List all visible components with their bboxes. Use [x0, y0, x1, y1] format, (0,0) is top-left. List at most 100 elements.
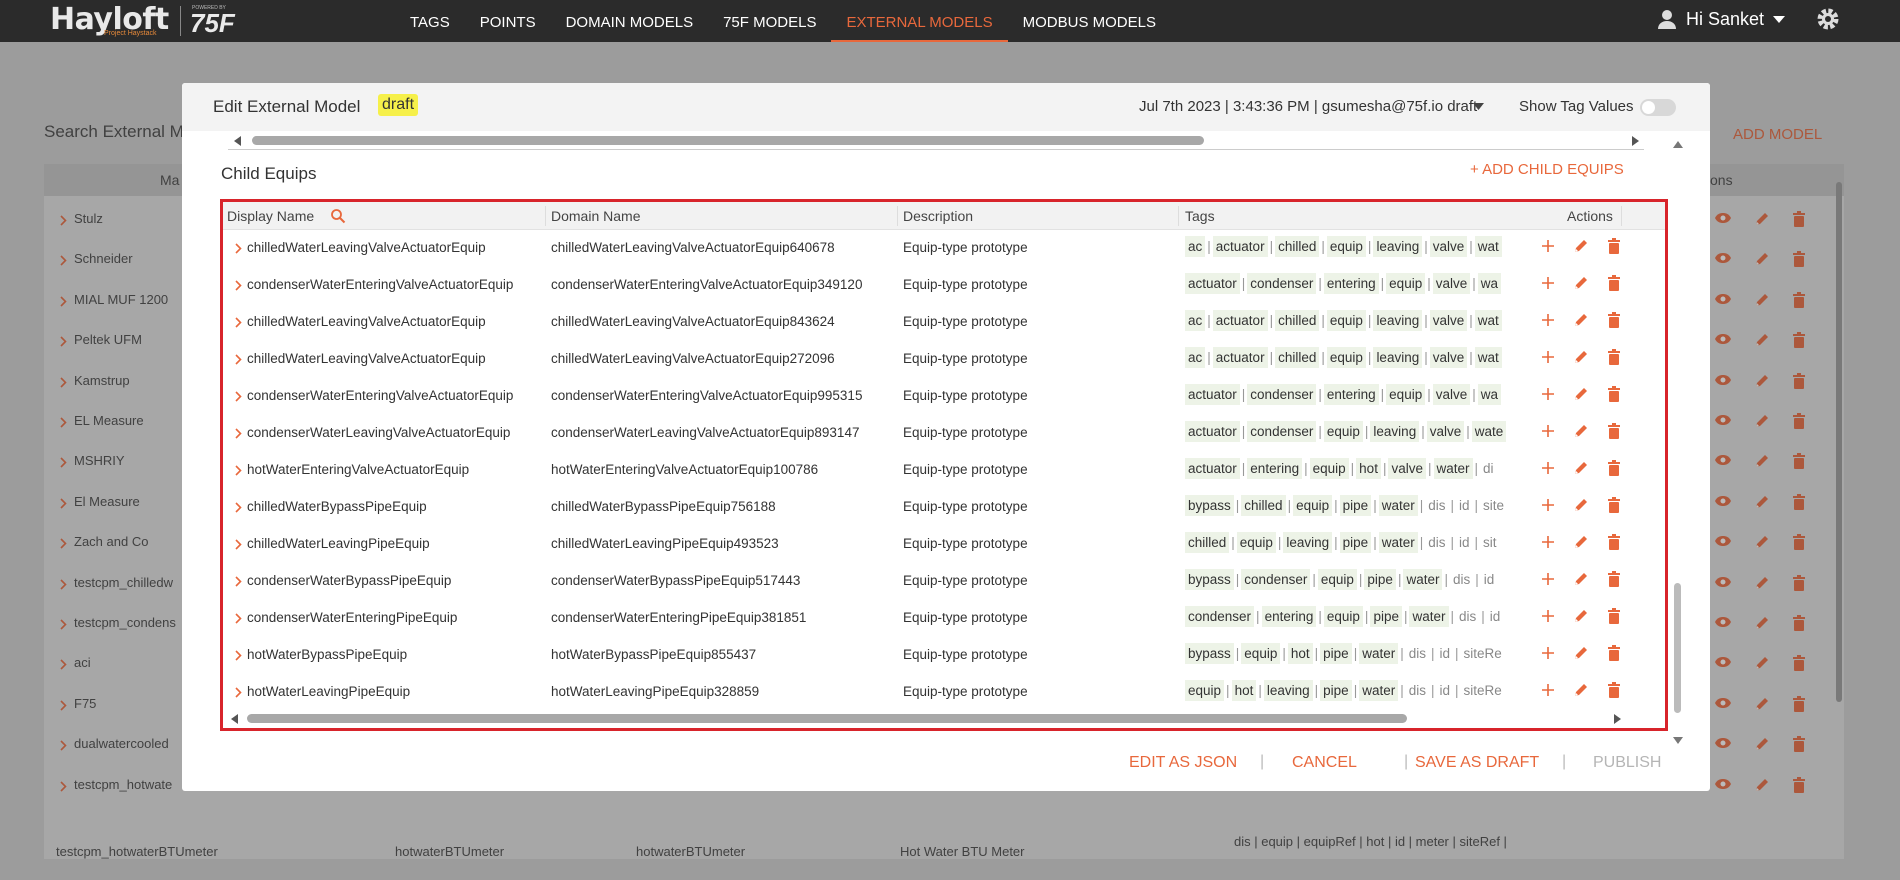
display-name-cell[interactable]: condenserWaterEnteringPipeEquip — [247, 610, 457, 625]
save-as-draft-button[interactable]: SAVE AS DRAFT — [1415, 754, 1539, 772]
trash-icon[interactable] — [1607, 238, 1621, 259]
display-name-cell[interactable]: chilledWaterBypassPipeEquip — [247, 499, 427, 514]
nav-tab-points[interactable]: POINTS — [465, 0, 551, 42]
table-horizontal-scrollbar[interactable] — [227, 710, 1625, 726]
trash-icon[interactable] — [1607, 534, 1621, 555]
scroll-left-icon[interactable] — [231, 714, 238, 724]
cancel-button[interactable]: CANCEL — [1292, 754, 1357, 772]
trash-icon[interactable] — [1607, 682, 1621, 703]
plus-icon[interactable] — [1541, 387, 1555, 406]
plus-icon[interactable] — [1541, 646, 1555, 665]
column-description[interactable]: Description — [903, 208, 973, 224]
trash-icon[interactable] — [1607, 608, 1621, 629]
display-name-cell[interactable]: chilledWaterLeavingValveActuatorEquip — [247, 314, 486, 329]
column-tags[interactable]: Tags — [1185, 208, 1215, 224]
trash-icon[interactable] — [1607, 312, 1621, 333]
pencil-icon[interactable] — [1573, 460, 1589, 481]
table-row[interactable]: chilledWaterLeavingValveActuatorEquip chi… — [223, 230, 1665, 267]
pencil-icon[interactable] — [1573, 497, 1589, 518]
user-menu[interactable]: Hi Sanket — [1656, 8, 1786, 30]
chevron-right-icon[interactable] — [235, 648, 242, 666]
pencil-icon[interactable] — [1573, 571, 1589, 592]
chevron-right-icon[interactable] — [235, 352, 242, 370]
edit-as-json-button[interactable]: EDIT AS JSON — [1129, 754, 1237, 772]
nav-tab-domain-models[interactable]: DOMAIN MODELS — [551, 0, 709, 42]
modal-vertical-scrollbar[interactable] — [1667, 133, 1689, 744]
display-name-cell[interactable]: condenserWaterLeavingValveActuatorEquip — [247, 425, 510, 440]
table-row[interactable]: hotWaterBypassPipeEquip hotWaterBypassPip… — [223, 637, 1665, 674]
nav-tab-modbus-models[interactable]: MODBUS MODELS — [1008, 0, 1171, 42]
table-row[interactable]: chilledWaterLeavingValveActuatorEquip chi… — [223, 304, 1665, 341]
publish-button[interactable]: PUBLISH — [1593, 754, 1661, 772]
pencil-icon[interactable] — [1573, 238, 1589, 259]
nav-tab-tags[interactable]: TAGS — [395, 0, 465, 42]
search-icon[interactable] — [330, 208, 346, 224]
column-divider[interactable] — [1178, 206, 1179, 226]
table-row[interactable]: condenserWaterEnteringValveActuatorEquip… — [223, 267, 1665, 304]
trash-icon[interactable] — [1607, 349, 1621, 370]
display-name-cell[interactable]: hotWaterBypassPipeEquip — [247, 647, 407, 662]
column-divider[interactable] — [897, 206, 898, 226]
column-divider[interactable] — [1621, 206, 1622, 226]
scroll-right-icon[interactable] — [1632, 136, 1639, 146]
plus-icon[interactable] — [1541, 313, 1555, 332]
scroll-right-icon[interactable] — [1614, 714, 1621, 724]
plus-icon[interactable] — [1541, 461, 1555, 480]
table-row[interactable]: condenserWaterLeavingValveActuatorEquip c… — [223, 415, 1665, 452]
display-name-cell[interactable]: chilledWaterLeavingPipeEquip — [247, 536, 430, 551]
display-name-cell[interactable]: hotWaterLeavingPipeEquip — [247, 684, 410, 699]
add-child-equips-button[interactable]: + ADD CHILD EQUIPS — [1470, 161, 1624, 178]
table-row[interactable]: chilledWaterBypassPipeEquip chilledWaterB… — [223, 489, 1665, 526]
chevron-right-icon[interactable] — [235, 685, 242, 703]
table-row[interactable]: chilledWaterLeavingValveActuatorEquip chi… — [223, 341, 1665, 378]
pencil-icon[interactable] — [1573, 608, 1589, 629]
chevron-right-icon[interactable] — [235, 611, 242, 629]
trash-icon[interactable] — [1607, 645, 1621, 666]
display-name-cell[interactable]: condenserWaterBypassPipeEquip — [247, 573, 451, 588]
chevron-right-icon[interactable] — [235, 389, 242, 407]
plus-icon[interactable] — [1541, 424, 1555, 443]
plus-icon[interactable] — [1541, 239, 1555, 258]
plus-icon[interactable] — [1541, 535, 1555, 554]
display-name-cell[interactable]: chilledWaterLeavingValveActuatorEquip — [247, 351, 486, 366]
show-tag-values-toggle[interactable] — [1640, 99, 1676, 116]
pencil-icon[interactable] — [1573, 312, 1589, 333]
pencil-icon[interactable] — [1573, 534, 1589, 555]
plus-icon[interactable] — [1541, 683, 1555, 702]
upper-horizontal-scrollbar[interactable] — [228, 132, 1644, 150]
trash-icon[interactable] — [1607, 275, 1621, 296]
column-display-name[interactable]: Display Name — [227, 208, 314, 224]
plus-icon[interactable] — [1541, 350, 1555, 369]
display-name-cell[interactable]: hotWaterEnteringValveActuatorEquip — [247, 462, 469, 477]
chevron-right-icon[interactable] — [235, 278, 242, 296]
column-divider[interactable] — [545, 206, 546, 226]
chevron-right-icon[interactable] — [235, 574, 242, 592]
table-row[interactable]: hotWaterEnteringValveActuatorEquip hotWat… — [223, 452, 1665, 489]
plus-icon[interactable] — [1541, 609, 1555, 628]
table-row[interactable]: hotWaterLeavingPipeEquip hotWaterLeavingP… — [223, 674, 1665, 710]
gear-icon[interactable] — [1815, 6, 1841, 32]
pencil-icon[interactable] — [1573, 682, 1589, 703]
chevron-right-icon[interactable] — [235, 315, 242, 333]
caret-down-icon[interactable] — [1472, 102, 1485, 111]
table-row[interactable]: condenserWaterBypassPipeEquip condenserWa… — [223, 563, 1665, 600]
table-row[interactable]: condenserWaterEnteringValveActuatorEquip… — [223, 378, 1665, 415]
chevron-right-icon[interactable] — [235, 241, 242, 259]
scroll-up-icon[interactable] — [1673, 141, 1683, 148]
display-name-cell[interactable]: condenserWaterEnteringValveActuatorEquip — [247, 388, 513, 403]
display-name-cell[interactable]: chilledWaterLeavingValveActuatorEquip — [247, 240, 486, 255]
trash-icon[interactable] — [1607, 497, 1621, 518]
column-domain-name[interactable]: Domain Name — [551, 208, 640, 224]
scrollbar-thumb[interactable] — [247, 714, 1407, 723]
pencil-icon[interactable] — [1573, 386, 1589, 407]
plus-icon[interactable] — [1541, 498, 1555, 517]
scroll-left-icon[interactable] — [234, 136, 241, 146]
pencil-icon[interactable] — [1573, 645, 1589, 666]
chevron-right-icon[interactable] — [235, 426, 242, 444]
pencil-icon[interactable] — [1573, 349, 1589, 370]
scrollbar-thumb[interactable] — [252, 136, 1204, 145]
trash-icon[interactable] — [1607, 460, 1621, 481]
trash-icon[interactable] — [1607, 423, 1621, 444]
pencil-icon[interactable] — [1573, 275, 1589, 296]
display-name-cell[interactable]: condenserWaterEnteringValveActuatorEquip — [247, 277, 513, 292]
